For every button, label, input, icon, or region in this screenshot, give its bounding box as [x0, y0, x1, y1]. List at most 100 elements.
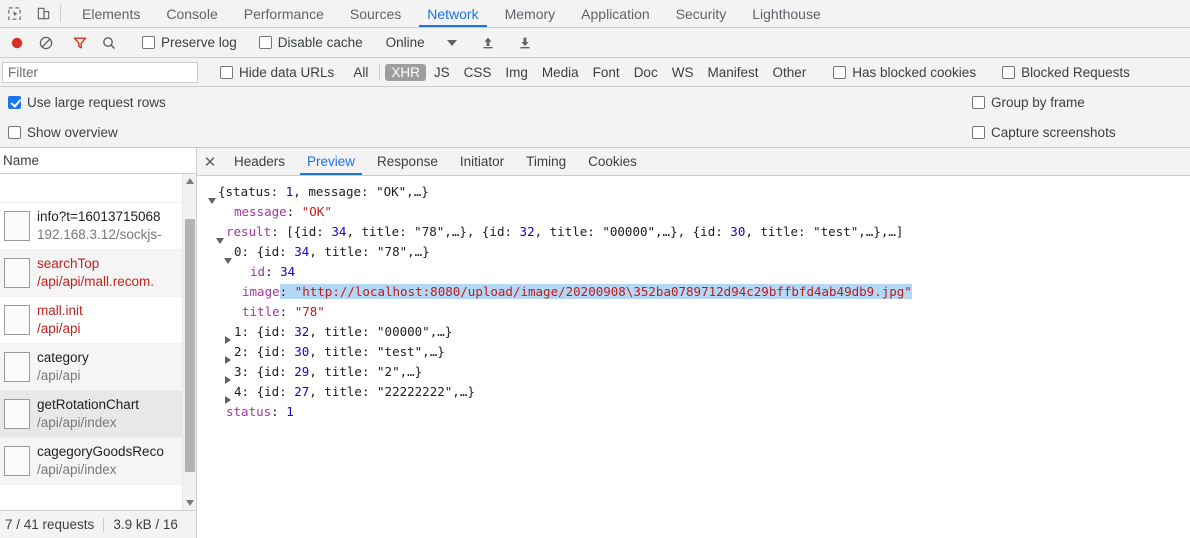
tab-application[interactable]: Application [568, 0, 663, 27]
tab-performance-label: Performance [243, 5, 324, 22]
capture-screenshots-checkbox[interactable]: Capture screenshots [966, 125, 1116, 140]
table-row[interactable]: searchTop /api/api/mall.recom. [0, 250, 182, 297]
throttling-value: Online [385, 35, 425, 50]
tab-response[interactable]: Response [366, 148, 449, 175]
json-punct: "78" [377, 244, 408, 259]
filter-type-css[interactable]: CSS [458, 64, 498, 81]
disable-cache-checkbox[interactable]: Disable cache [253, 35, 363, 50]
scroll-down-arrow-icon[interactable] [183, 496, 196, 510]
use-large-request-rows-label: Use large request rows [27, 94, 166, 110]
json-line[interactable]: status: 1 [207, 402, 1190, 422]
chevron-down-icon[interactable] [446, 39, 457, 46]
preserve-log-checkbox[interactable]: Preserve log [136, 35, 237, 50]
filter-type-img[interactable]: Img [499, 64, 534, 81]
blocked-requests-checkbox[interactable]: Blocked Requests [996, 65, 1130, 80]
tab-preview[interactable]: Preview [296, 148, 366, 175]
json-key: message [234, 204, 287, 219]
table-row[interactable]: category /api/api [0, 344, 182, 391]
tab-headers[interactable]: Headers [223, 148, 296, 175]
inspect-element-icon[interactable] [0, 0, 29, 27]
capture-screenshots-box[interactable] [972, 125, 985, 139]
filter-type-manifest[interactable]: Manifest [701, 64, 764, 81]
filter-type-doc[interactable]: Doc [628, 64, 664, 81]
filter-type-ws-label: WS [671, 64, 694, 80]
tab-memory[interactable]: Memory [492, 0, 569, 27]
resource-type-filters: All XHR JS CSS Img Media Font Doc WS Man… [346, 63, 813, 81]
hide-data-urls-box[interactable] [220, 65, 233, 79]
json-line[interactable]: {status: 1, message: "OK",…} [207, 182, 1190, 204]
tab-elements[interactable]: Elements [69, 0, 153, 27]
download-har-icon[interactable] [511, 35, 540, 51]
table-row[interactable] [0, 174, 182, 203]
blocked-requests-box[interactable] [1002, 65, 1016, 79]
close-icon[interactable]: ✕ [197, 148, 223, 175]
tab-sources[interactable]: Sources [337, 0, 414, 27]
filter-type-font-label: Font [592, 64, 620, 80]
record-icon[interactable] [2, 35, 31, 51]
tab-network[interactable]: Network [414, 0, 491, 27]
show-overview-box[interactable] [8, 125, 21, 139]
throttling-select[interactable]: Online [386, 35, 457, 50]
json-punct: ,…},…] [858, 224, 904, 239]
request-type-icon [4, 305, 30, 335]
has-blocked-cookies-box[interactable] [833, 65, 847, 79]
device-toolbar-icon[interactable] [29, 0, 58, 27]
tab-initiator[interactable]: Initiator [449, 148, 515, 175]
upload-har-icon[interactable] [474, 35, 503, 51]
table-row[interactable]: mall.init /api/api [0, 297, 182, 344]
json-line[interactable]: title: "78" [207, 302, 1190, 322]
request-list-scrollbar[interactable] [182, 174, 196, 510]
preserve-log-box[interactable] [142, 36, 155, 49]
request-list-scroll[interactable]: info?t=16013715068 192.168.3.12/sockjs- … [0, 174, 196, 510]
use-large-request-rows-box[interactable] [8, 95, 21, 109]
hide-data-urls-checkbox[interactable]: Hide data URLs [214, 65, 334, 80]
json-line[interactable]: 2: {id: 30, title: "test",…} [207, 342, 1190, 364]
group-by-frame-checkbox[interactable]: Group by frame [966, 95, 1085, 110]
tab-timing[interactable]: Timing [515, 148, 577, 175]
use-large-request-rows-checkbox[interactable]: Use large request rows [2, 95, 166, 110]
request-path: 192.168.3.12/sockjs- [37, 227, 162, 242]
table-row[interactable]: cagegoryGoodsReco /api/api/index [0, 438, 182, 485]
filter-input[interactable] [2, 61, 198, 83]
search-icon[interactable] [94, 35, 123, 51]
json-line[interactable]: image: "http://localhost:8080/upload/ima… [207, 282, 1190, 302]
request-count: 7 / 41 requests [5, 517, 95, 532]
scrollbar-thumb[interactable] [185, 219, 195, 472]
disable-cache-box[interactable] [258, 36, 272, 49]
json-line[interactable]: 4: {id: 27, title: "22222222",…} [207, 382, 1190, 404]
filter-type-font[interactable]: Font [587, 64, 626, 81]
scroll-up-arrow-icon[interactable] [183, 174, 196, 188]
filter-type-xhr[interactable]: XHR [385, 63, 426, 81]
tab-network-label: Network [427, 5, 479, 22]
tab-lighthouse[interactable]: Lighthouse [739, 0, 834, 27]
table-row-selected[interactable]: getRotationChart /api/api/index [0, 391, 182, 438]
clear-icon[interactable] [31, 35, 60, 51]
tab-cookies[interactable]: Cookies [577, 148, 648, 175]
json-line[interactable]: message: "OK" [207, 202, 1190, 222]
request-path: /api/api/index [37, 462, 117, 477]
json-preview-tree[interactable]: {status: 1, message: "OK",…} message: "OK… [197, 176, 1190, 538]
group-by-frame-box[interactable] [972, 95, 985, 109]
request-path: /api/api [37, 321, 81, 336]
filter-type-all[interactable]: All [347, 64, 374, 81]
filter-type-media[interactable]: Media [536, 64, 585, 81]
show-overview-checkbox[interactable]: Show overview [2, 125, 118, 140]
tab-initiator-label: Initiator [459, 154, 505, 169]
table-row[interactable]: info?t=16013715068 192.168.3.12/sockjs- [0, 203, 182, 250]
json-punct: , title: [745, 224, 814, 239]
json-line[interactable]: 3: {id: 29, title: "2",…} [207, 362, 1190, 384]
filter-icon[interactable] [65, 35, 94, 51]
filter-type-ws[interactable]: WS [666, 64, 700, 81]
json-line[interactable]: 1: {id: 32, title: "00000",…} [207, 322, 1190, 344]
has-blocked-cookies-checkbox[interactable]: Has blocked cookies [827, 65, 976, 80]
tab-performance[interactable]: Performance [231, 0, 337, 27]
json-line[interactable]: result: [{id: 34, title: "78",…}, {id: 3… [207, 222, 1190, 244]
tab-security[interactable]: Security [663, 0, 740, 27]
filter-type-other[interactable]: Other [766, 64, 812, 81]
json-line[interactable]: id: 34 [207, 262, 1190, 282]
json-punct: : [265, 264, 281, 279]
tab-console[interactable]: Console [153, 0, 230, 27]
json-line[interactable]: 0: {id: 34, title: "78",…} [207, 242, 1190, 264]
filter-type-js[interactable]: JS [428, 64, 456, 81]
json-line-content: message: "OK" [234, 202, 332, 222]
